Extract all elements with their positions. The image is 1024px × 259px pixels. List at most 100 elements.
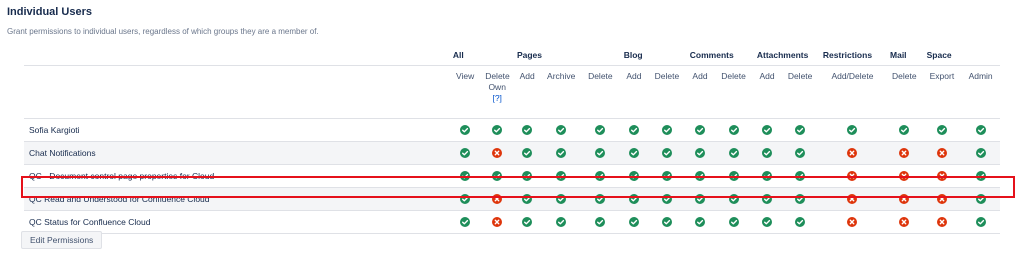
check-circle-icon [694,217,705,228]
check-circle-icon [694,125,705,136]
check-circle-icon [661,217,672,228]
permission-cell [581,141,620,165]
permission-cell [685,118,715,142]
table-row: Chat Notifications [24,141,1000,165]
permission-cell [752,210,782,234]
check-circle-icon [694,148,705,159]
permission-cell [541,118,582,142]
check-circle-icon [795,217,806,228]
col-space-export: Export [922,65,962,119]
group-header-all: All [448,45,513,66]
help-link[interactable]: [?] [492,93,501,103]
permission-cell [961,210,1000,234]
permission-cell [541,210,582,234]
group-header-mail: Mail [886,45,923,66]
group-header-empty [24,45,449,66]
group-header-attachments: Attachments [752,45,819,66]
cross-circle-icon [492,217,503,228]
check-circle-icon [556,148,567,159]
col-comments-add: Add [685,65,715,119]
col-mail-delete: Delete [886,65,923,119]
permission-cell [818,210,887,234]
permission-cell [648,118,686,142]
permission-cell [714,141,753,165]
permission-cell [512,118,542,142]
permission-cell [685,141,715,165]
check-circle-icon [975,217,986,228]
cross-circle-icon [899,148,910,159]
col-pages-add: Add [512,65,542,119]
check-circle-icon [460,148,471,159]
col-pages-delete: Delete [581,65,620,119]
check-circle-icon [728,125,739,136]
col-comments-delete: Delete [714,65,753,119]
cross-circle-icon [492,148,503,159]
group-header-restrictions: Restrictions [818,45,887,66]
permission-cell [512,141,542,165]
col-view: View [448,65,482,119]
permission-cell [961,141,1000,165]
column-header-empty [24,65,449,119]
check-circle-icon [522,125,533,136]
cross-circle-icon [847,148,858,159]
check-circle-icon [762,125,773,136]
col-pages-archive: Archive [541,65,582,119]
permissions-table: All Pages Blog Comments Attachments Rest… [24,45,1000,234]
row-name: Sofia Kargioti [24,118,449,142]
check-circle-icon [595,148,606,159]
check-circle-icon [556,217,567,228]
col-blog-delete: Delete [648,65,686,119]
check-circle-icon [628,217,639,228]
permission-cell [581,210,620,234]
group-header-comments: Comments [685,45,753,66]
permission-cell [752,118,782,142]
cross-circle-icon [936,148,947,159]
permission-cell [714,118,753,142]
permission-cell [922,118,962,142]
group-header-row: All Pages Blog Comments Attachments Rest… [24,45,1000,66]
permission-cell [886,141,923,165]
permission-cell [685,210,715,234]
check-circle-icon [492,125,503,136]
permission-cell [714,210,753,234]
permission-cell [648,210,686,234]
check-circle-icon [795,125,806,136]
col-delete-own-label: Delete Own [485,71,510,92]
col-space-admin: Admin [961,65,1000,119]
permission-cell [752,141,782,165]
permission-cell [886,210,923,234]
edit-permissions-button[interactable]: Edit Permissions [21,231,103,249]
check-circle-icon [460,217,471,228]
check-circle-icon [628,125,639,136]
permission-cell [448,118,482,142]
group-header-blog: Blog [619,45,686,66]
permission-cell [922,210,962,234]
permission-cell [961,118,1000,142]
col-attachments-delete: Delete [781,65,819,119]
check-circle-icon [899,125,910,136]
column-header-row: View Delete Own [?] Add Archive Delete A… [24,65,1000,119]
group-header-pages: Pages [512,45,620,66]
check-circle-icon [556,125,567,136]
cross-circle-icon [899,217,910,228]
check-circle-icon [522,217,533,228]
check-circle-icon [661,125,672,136]
check-circle-icon [522,148,533,159]
table-row: QC Status for Confluence Cloud [24,210,1000,234]
permission-cell [481,118,513,142]
check-circle-icon [728,148,739,159]
permission-cell [781,118,819,142]
permission-cell [448,141,482,165]
permission-cell [781,141,819,165]
check-circle-icon [847,125,858,136]
permission-cell [886,118,923,142]
permission-cell [481,210,513,234]
permission-cell [619,141,649,165]
cross-circle-icon [936,217,947,228]
permission-cell [619,210,649,234]
permission-cell [922,141,962,165]
permission-cell [541,141,582,165]
permission-cell [648,141,686,165]
check-circle-icon [728,217,739,228]
col-attachments-add: Add [752,65,782,119]
